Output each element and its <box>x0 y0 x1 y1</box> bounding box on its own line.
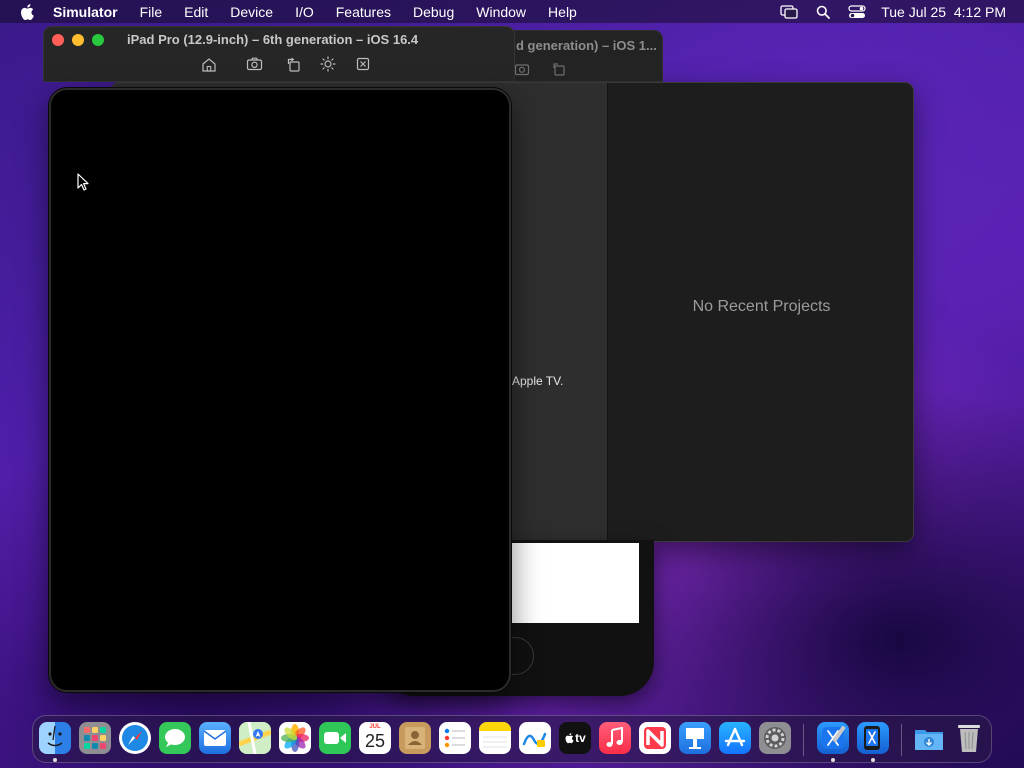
calendar-month-label: JUL <box>369 724 381 730</box>
news-icon[interactable] <box>639 722 671 754</box>
minimize-window-button[interactable] <box>72 34 84 46</box>
zoom-window-button[interactable] <box>92 34 104 46</box>
finder-icon[interactable] <box>39 722 71 754</box>
menu-debug[interactable]: Debug <box>413 4 454 20</box>
recent-projects-pane: No Recent Projects <box>607 83 913 541</box>
mail-icon[interactable] <box>199 722 231 754</box>
music-icon[interactable] <box>599 722 631 754</box>
notes-icon[interactable] <box>479 722 511 754</box>
rotate-icon[interactable] <box>552 62 568 76</box>
maps-icon[interactable] <box>239 722 271 754</box>
safari-icon[interactable] <box>119 722 151 754</box>
simulator-icon[interactable] <box>857 722 889 754</box>
menu-app-name[interactable]: Simulator <box>53 4 118 20</box>
screenshot-icon[interactable] <box>245 56 263 72</box>
rotate-icon[interactable] <box>284 56 302 72</box>
spotlight-search-icon[interactable] <box>813 4 833 20</box>
calendar-icon[interactable]: JUL 25 <box>359 722 391 754</box>
menubar-clock[interactable]: Tue Jul 25 4:12 PM <box>881 4 1006 20</box>
menu-bar: Simulator File Edit Device I/O Features … <box>0 0 1024 23</box>
tv-icon[interactable]: tv <box>559 722 591 754</box>
photos-icon[interactable] <box>279 722 311 754</box>
dock-separator <box>901 724 902 756</box>
trash-icon[interactable] <box>953 722 985 754</box>
ipad-screen[interactable] <box>49 88 511 692</box>
downloads-folder-icon[interactable] <box>913 722 945 754</box>
contacts-icon[interactable] <box>399 722 431 754</box>
messages-icon[interactable] <box>159 722 191 754</box>
screenshot-icon[interactable] <box>514 62 530 76</box>
freeform-icon[interactable] <box>519 722 551 754</box>
iphone-simulator-title: d generation) – iOS 1... <box>516 38 657 53</box>
mouse-cursor-icon <box>77 173 89 191</box>
menu-device[interactable]: Device <box>230 4 273 20</box>
close-device-icon[interactable] <box>354 56 372 72</box>
control-center-icon[interactable] <box>847 4 867 20</box>
xcode-icon[interactable] <box>817 722 849 754</box>
menu-features[interactable]: Features <box>336 4 391 20</box>
appearance-icon[interactable] <box>319 56 337 72</box>
menu-file[interactable]: File <box>140 4 163 20</box>
xcode-running-indicator <box>831 758 835 762</box>
settings-icon[interactable] <box>759 722 791 754</box>
simulator-running-indicator <box>871 758 875 762</box>
facetime-icon[interactable] <box>319 722 351 754</box>
dock-separator <box>803 724 804 756</box>
no-recent-projects-label: No Recent Projects <box>692 298 831 315</box>
calendar-day-label: 25 <box>364 731 386 751</box>
reminders-icon[interactable] <box>439 722 471 754</box>
welcome-platform-text: Apple TV. <box>512 374 564 388</box>
keynote-icon[interactable] <box>679 722 711 754</box>
menu-window[interactable]: Window <box>476 4 526 20</box>
home-icon[interactable] <box>200 56 218 72</box>
iphone-screen[interactable] <box>510 543 639 623</box>
tv-app-label: tv <box>575 731 586 745</box>
ipad-simulator-title: iPad Pro (12.9-inch) – 6th generation – … <box>127 32 419 47</box>
app-store-icon[interactable] <box>719 722 751 754</box>
ipad-simulator-titlebar[interactable]: iPad Pro (12.9-inch) – 6th generation – … <box>43 26 515 82</box>
launchpad-icon[interactable] <box>79 722 111 754</box>
apple-menu-icon[interactable] <box>17 2 37 22</box>
screen-mirroring-icon[interactable] <box>779 4 799 20</box>
close-window-button[interactable] <box>52 34 64 46</box>
menu-edit[interactable]: Edit <box>184 4 208 20</box>
finder-running-indicator <box>53 758 57 762</box>
menu-io[interactable]: I/O <box>295 4 314 20</box>
menu-help[interactable]: Help <box>548 4 577 20</box>
dock: JUL 25 tv <box>32 715 992 763</box>
